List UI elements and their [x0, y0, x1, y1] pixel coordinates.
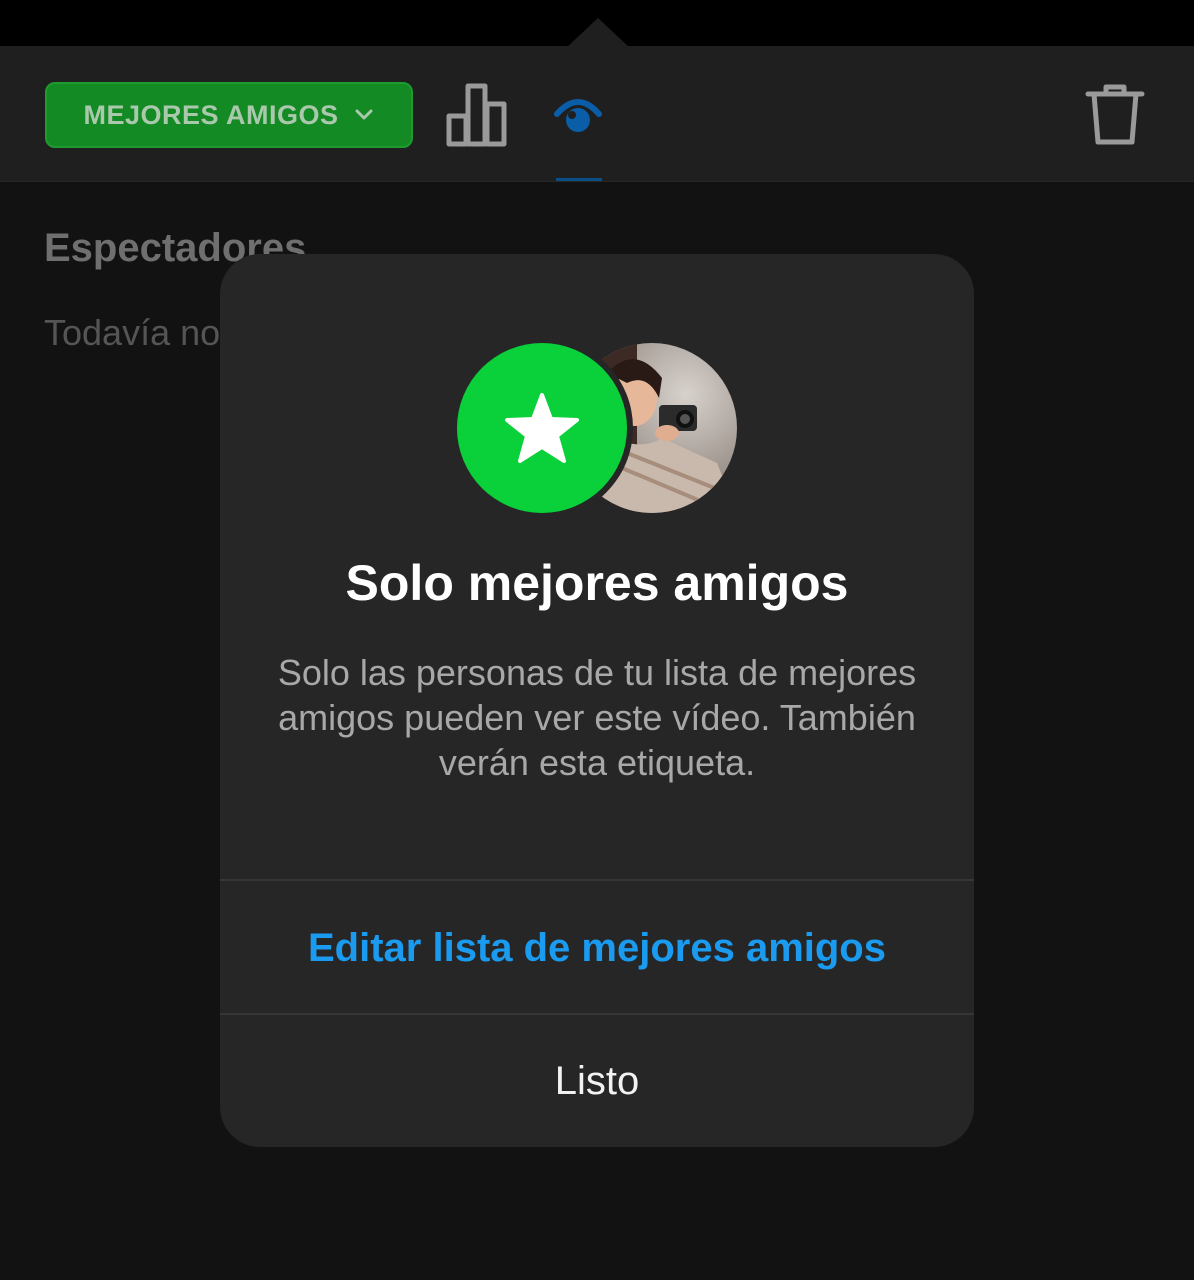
- edit-best-friends-button[interactable]: Editar lista de mejores amigos: [220, 882, 974, 1014]
- done-button[interactable]: Listo: [220, 1016, 974, 1147]
- divider: [220, 879, 974, 881]
- bar-chart-icon[interactable]: [444, 82, 510, 148]
- divider: [220, 1013, 974, 1015]
- story-toolbar: MEJORES AMIGOS: [0, 46, 1194, 182]
- eye-icon[interactable]: [552, 92, 604, 138]
- viewers-empty-text: Todavía no: [44, 312, 221, 353]
- dialog-title: Solo mejores amigos: [345, 555, 849, 611]
- trash-icon[interactable]: [1084, 82, 1146, 148]
- dialog-message: Solo las personas de tu lista de mejores…: [277, 652, 917, 783]
- best-friends-badge: [457, 343, 627, 513]
- popover-caret: [566, 18, 630, 48]
- active-tab-indicator: [556, 178, 602, 181]
- best-friends-dialog: Solo mejores amigos Solo las personas de…: [220, 254, 974, 1147]
- star-icon: [505, 393, 579, 463]
- chevron-down-icon: [353, 104, 375, 126]
- dialog-illustration: [457, 343, 737, 513]
- audience-selector-button[interactable]: MEJORES AMIGOS: [45, 82, 413, 148]
- audience-label: MEJORES AMIGOS: [83, 99, 339, 130]
